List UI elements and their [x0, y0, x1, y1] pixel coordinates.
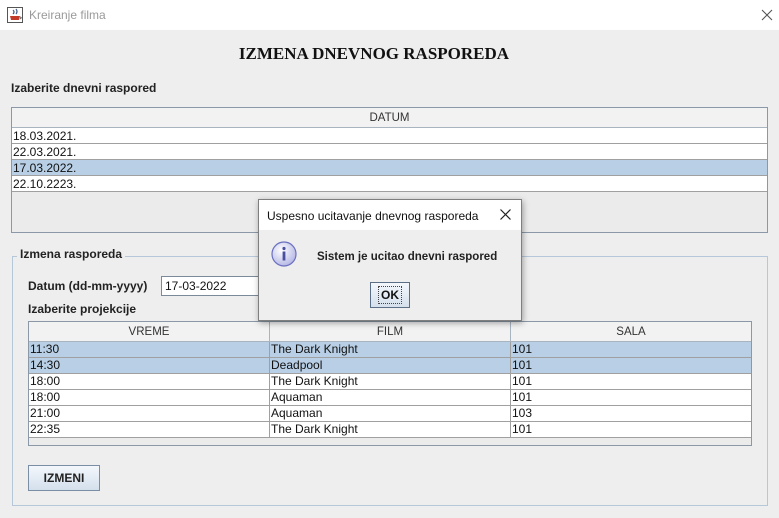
column-header-vreme[interactable]: VREME: [29, 322, 270, 342]
ok-button-label: OK: [378, 286, 402, 304]
table-row-selected[interactable]: 14:30 Deadpool 101: [29, 358, 751, 374]
success-dialog: Uspesno ucitavanje dnevnog rasporeda Sis…: [258, 199, 522, 321]
table-row-selected[interactable]: 17.03.2022.: [12, 160, 767, 176]
page-title: IZMENA DNEVNOG RASPOREDA: [238, 44, 510, 63]
table-row[interactable]: 22:35 The Dark Knight 101: [29, 422, 751, 438]
cell-vreme: 11:30: [29, 342, 270, 357]
window-title: Kreiranje filma: [29, 8, 106, 22]
cell-film: Aquaman: [270, 406, 511, 421]
cell-film: Deadpool: [270, 358, 511, 373]
cell-vreme: 18:00: [29, 390, 270, 405]
cell-sala: 101: [512, 342, 533, 356]
cell-sala: 101: [512, 390, 533, 404]
table-row[interactable]: 18.03.2021.: [12, 128, 767, 144]
table-row[interactable]: 22.10.2223.: [12, 176, 767, 192]
edit-schedule-group-title: Izmena rasporeda: [17, 247, 126, 261]
dialog-titlebar: Uspesno ucitavanje dnevnog rasporeda: [259, 200, 521, 230]
table-header: VREME FILM SALA: [29, 322, 751, 342]
schedule-select-label: Izaberite dnevni raspored: [11, 81, 157, 95]
dialog-message: Sistem je ucitao dnevni raspored: [317, 251, 498, 263]
cell-vreme: 21:00: [29, 406, 270, 421]
table-row[interactable]: 21:00 Aquaman 103: [29, 406, 751, 422]
table-row[interactable]: 18:00 Aquaman 101: [29, 390, 751, 406]
cell-film: The Dark Knight: [270, 422, 511, 437]
close-icon[interactable]: [499, 208, 512, 221]
dialog-title: Uspesno ucitavanje dnevnog rasporeda: [267, 209, 479, 223]
cell-vreme: 14:30: [29, 358, 270, 373]
cell-vreme: 22:35: [29, 422, 270, 437]
izmeni-button[interactable]: IZMENI: [28, 465, 100, 491]
close-icon[interactable]: [760, 8, 774, 22]
java-cup-icon: [7, 7, 23, 23]
date-label: Datum (dd-mm-yyyy): [28, 279, 148, 293]
cell-film: Aquaman: [270, 390, 511, 405]
table-row[interactable]: 22.03.2021.: [12, 144, 767, 160]
cell-film: The Dark Knight: [270, 342, 511, 357]
column-header-datum[interactable]: DATUM: [12, 108, 767, 128]
column-header-sala[interactable]: SALA: [511, 322, 751, 342]
cell-vreme: 18:00: [29, 374, 270, 389]
column-header-film[interactable]: FILM: [270, 322, 511, 342]
cell-sala: 103: [512, 406, 533, 420]
cell-sala: 101: [512, 358, 533, 372]
projections-label: Izaberite projekcije: [28, 302, 137, 316]
ok-button[interactable]: OK: [370, 282, 410, 308]
cell-sala: 101: [512, 422, 533, 436]
table-row[interactable]: 18:00 The Dark Knight 101: [29, 374, 751, 390]
projections-table[interactable]: VREME FILM SALA 11:30 The Dark Knight 10…: [28, 321, 752, 446]
window-titlebar: Kreiranje filma: [0, 0, 779, 30]
table-row-selected[interactable]: 11:30 The Dark Knight 101: [29, 342, 751, 358]
cell-film: The Dark Knight: [270, 374, 511, 389]
date-input[interactable]: [161, 276, 261, 296]
cell-sala: 101: [512, 374, 533, 388]
info-icon: [271, 241, 297, 267]
